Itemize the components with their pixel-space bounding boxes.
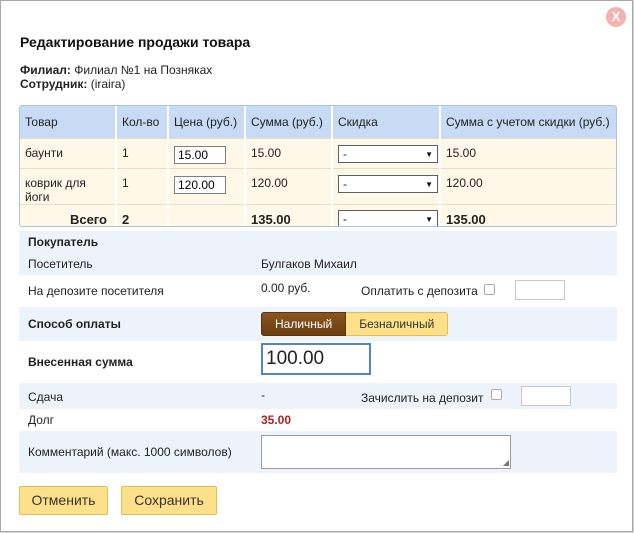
- chevron-down-icon: ▼: [425, 149, 433, 159]
- table-row: коврик для йоги 1 120.00 -▼ 120.00: [20, 167, 616, 204]
- cell-sum-discount: 15.00: [440, 137, 616, 168]
- employee-value: (iraira): [90, 77, 126, 91]
- deposit-row: На депозите посетителя 0.00 руб. Оплатит…: [19, 275, 617, 307]
- total-sum-discount: 135.00: [440, 203, 616, 226]
- header-qty: Кол-во: [116, 106, 169, 138]
- cancel-button[interactable]: Отменить: [19, 486, 108, 515]
- chevron-down-icon: ▼: [425, 215, 433, 225]
- debt-value: 35.00: [261, 413, 292, 427]
- branch-value: Филиал №1 на Позняках: [74, 63, 213, 77]
- discount-value: -: [343, 146, 347, 161]
- total-row: Всего 2 135.00 - ▼ 135.00: [20, 203, 616, 227]
- save-button[interactable]: Сохранить: [121, 486, 217, 515]
- header-item: Товар: [20, 106, 117, 138]
- amount-label: Внесенная сумма: [28, 355, 133, 369]
- credit-deposit-checkbox[interactable]: [491, 389, 502, 400]
- discount-select[interactable]: - ▼: [338, 174, 438, 193]
- header-sum-discount: Сумма с учетом скидки (руб.): [440, 106, 616, 138]
- chevron-down-icon: ▼: [425, 179, 433, 189]
- total-qty: 2: [116, 203, 169, 226]
- table-header-row: Товар Кол-во Цена (руб.) Сумма (руб.) Ск…: [20, 106, 616, 138]
- close-icon[interactable]: X: [606, 7, 626, 27]
- debt-row: Долг 35.00: [19, 409, 617, 431]
- cell-sum: 15.00: [245, 137, 333, 168]
- visitor-label: Посетитель: [28, 257, 93, 271]
- total-discount-value: -: [343, 212, 347, 227]
- cell-qty: 1: [116, 167, 169, 204]
- cell-qty: 1: [116, 137, 169, 168]
- header-discount: Скидка: [332, 106, 441, 138]
- price-input[interactable]: [174, 175, 226, 194]
- buyer-title-row: Покупатель: [19, 231, 617, 253]
- payment-method-row: Способ оплаты Наличный Безналичный: [19, 307, 617, 341]
- pay-deposit-checkbox[interactable]: [484, 284, 495, 295]
- credit-deposit-label: Зачислить на депозит: [361, 391, 484, 405]
- comment-row: Комментарий (макс. 1000 символов) ◢: [19, 431, 617, 473]
- amount-input[interactable]: 100.00: [261, 343, 371, 375]
- goods-table: Товар Кол-во Цена (руб.) Сумма (руб.) Ск…: [19, 105, 617, 227]
- payment-method-label: Способ оплаты: [28, 317, 121, 331]
- discount-select[interactable]: - ▼: [338, 144, 438, 163]
- header-sum: Сумма (руб.): [245, 106, 333, 138]
- header-price: Цена (руб.): [168, 106, 246, 138]
- pay-deposit-label: Оплатить с депозита: [361, 284, 478, 298]
- credit-deposit-input[interactable]: [521, 386, 571, 406]
- buyer-section-title: Покупатель: [28, 235, 99, 249]
- cell-item: коврик для йоги: [20, 167, 117, 204]
- employee-label: Сотрудник:: [20, 77, 88, 91]
- branch-label: Филиал:: [20, 63, 71, 77]
- payment-method-toggle: Наличный Безналичный: [261, 312, 449, 336]
- amount-row: Внесенная сумма 100.00: [19, 341, 617, 383]
- table-row: баунти 1 15.00 -▼ 15.00: [20, 137, 616, 168]
- dialog-title: Редактирование продажи товара: [20, 34, 251, 50]
- total-label: Всего: [20, 203, 117, 226]
- cell-sum: 120.00: [245, 167, 333, 204]
- resize-grip-icon[interactable]: ◢: [503, 459, 509, 467]
- deposit-label: На депозите посетителя: [28, 284, 164, 298]
- sale-meta: Филиал: Филиал №1 на Позняках Сотрудник:…: [20, 63, 212, 91]
- buyer-section: Покупатель Посетитель Булгаков Михаил На…: [19, 231, 617, 307]
- total-price-empty: [168, 203, 246, 226]
- discount-value: -: [343, 176, 347, 191]
- edit-sale-dialog: X Редактирование продажи товара Филиал: …: [0, 0, 633, 532]
- pay-deposit-input[interactable]: [515, 280, 565, 300]
- debt-label: Долг: [28, 413, 55, 427]
- visitor-value: Булгаков Михаил: [261, 257, 357, 271]
- cell-sum-discount: 120.00: [440, 167, 616, 204]
- change-value: -: [261, 388, 265, 402]
- price-input[interactable]: [174, 145, 226, 164]
- comment-label: Комментарий (макс. 1000 символов): [28, 445, 232, 459]
- visitor-row: Посетитель Булгаков Михаил: [19, 253, 617, 275]
- deposit-value: 0.00 руб.: [261, 281, 311, 295]
- change-row: Сдача - Зачислить на депозит: [19, 383, 617, 409]
- cell-item: баунти: [20, 137, 117, 168]
- comment-textarea[interactable]: ◢: [261, 435, 511, 469]
- payment-section: Способ оплаты Наличный Безналичный Внесе…: [19, 307, 617, 473]
- cashless-button[interactable]: Безналичный: [346, 312, 449, 336]
- total-discount-select[interactable]: - ▼: [338, 210, 438, 227]
- cash-button[interactable]: Наличный: [261, 312, 347, 336]
- change-label: Сдача: [28, 390, 64, 404]
- total-sum: 135.00: [245, 203, 333, 226]
